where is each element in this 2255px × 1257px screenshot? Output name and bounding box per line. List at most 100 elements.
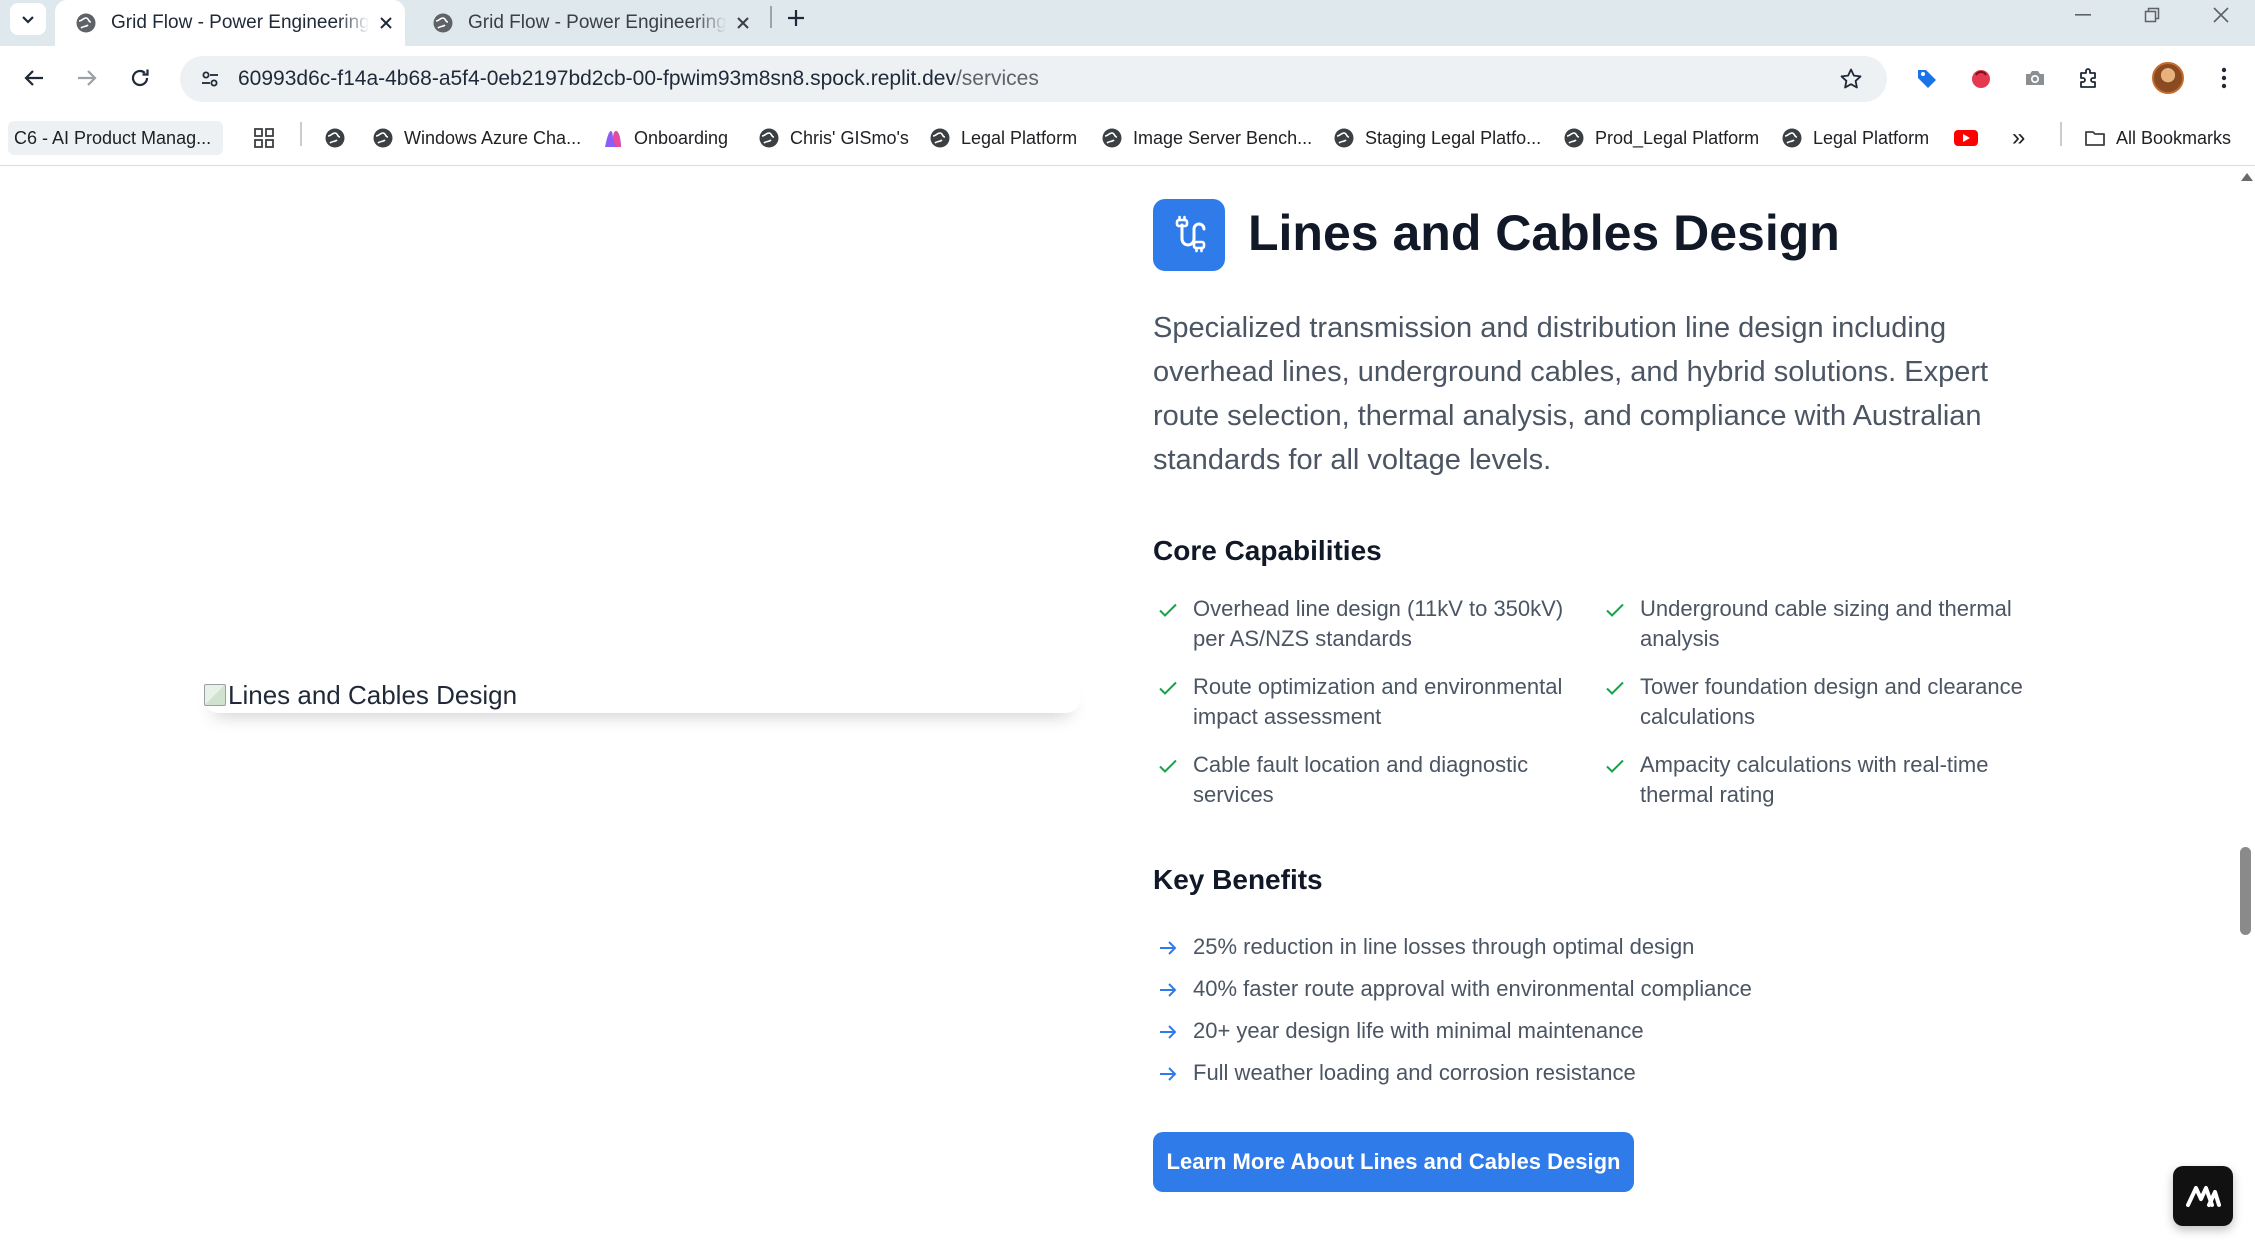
- restore-button[interactable]: [2125, 0, 2179, 30]
- bookmark-item[interactable]: Legal Platform: [1781, 121, 1929, 155]
- capability-item: Ampacity calculations with real-time the…: [1600, 750, 2047, 810]
- tag-icon: [1918, 70, 1936, 88]
- globe-icon: [433, 13, 453, 33]
- profile-avatar[interactable]: [2152, 62, 2184, 94]
- shield-icon: [1972, 70, 1990, 88]
- page-scrollbar[interactable]: [2238, 167, 2255, 1257]
- floating-widget-button[interactable]: [2173, 1166, 2233, 1226]
- arrow-right-icon: [1160, 941, 1177, 955]
- bookmark-label: Staging Legal Platfo...: [1365, 127, 1542, 148]
- capability-item: Route optimization and environmental imp…: [1153, 672, 1600, 732]
- bookmark-item[interactable]: Chris' GISmo's: [758, 121, 909, 155]
- benefit-item: 40% faster route approval with environme…: [1153, 968, 2053, 1010]
- camera-icon: [2026, 71, 2044, 85]
- browser-toolbar: 60993d6c-f14a-4b68-a5f4-0eb2197bd2cb-00-…: [0, 46, 2255, 112]
- url-host: 60993d6c-f14a-4b68-a5f4-0eb2197bd2cb-00-…: [238, 67, 956, 90]
- bookmark-item[interactable]: [1953, 121, 1979, 155]
- forward-button[interactable]: [69, 60, 105, 96]
- capability-item: Cable fault location and diagnostic serv…: [1153, 750, 1600, 810]
- cable-icon: [1175, 215, 1206, 253]
- all-bookmarks-button[interactable]: All Bookmarks: [2084, 121, 2231, 155]
- youtube-icon: [1954, 130, 1978, 146]
- extensions-button[interactable]: [2071, 60, 2107, 96]
- scrollbar-thumb[interactable]: [2240, 847, 2251, 935]
- bookmark-item[interactable]: [324, 121, 356, 155]
- capability-item: Underground cable sizing and thermal ana…: [1600, 594, 2047, 654]
- back-button[interactable]: [16, 60, 52, 96]
- arrow-right-icon: [1160, 1067, 1177, 1081]
- bookmarks-divider: [2060, 122, 2062, 146]
- capability-text: Ampacity calculations with real-time the…: [1640, 752, 1989, 807]
- arrow-right-icon: [1160, 1025, 1177, 1039]
- check-icon: [1159, 603, 1177, 617]
- benefit-text: 40% faster route approval with environme…: [1193, 976, 1752, 1001]
- globe-icon: [325, 128, 345, 148]
- bookmark-item[interactable]: Prod_Legal Platform: [1563, 121, 1759, 155]
- tab-active[interactable]: Grid Flow - Power Engineering Services: [55, 0, 405, 46]
- globe-icon: [930, 128, 950, 148]
- tab-separator: [770, 6, 772, 28]
- globe-icon: [1334, 128, 1354, 148]
- bookmark-label: Legal Platform: [1813, 127, 1930, 148]
- check-icon: [1159, 759, 1177, 773]
- reload-button[interactable]: [122, 60, 158, 96]
- capability-text: Underground cable sizing and thermal ana…: [1640, 596, 2012, 651]
- tab-search-button[interactable]: [10, 3, 46, 35]
- bookmark-label: Chris' GISmo's: [790, 127, 909, 148]
- chevron-down-icon: [22, 16, 34, 24]
- bookmark-item[interactable]: Onboarding: [602, 121, 728, 155]
- url-text: 60993d6c-f14a-4b68-a5f4-0eb2197bd2cb-00-…: [238, 67, 1039, 91]
- minimize-button[interactable]: [2056, 0, 2110, 30]
- bookmark-label: Prod_Legal Platform: [1595, 127, 1760, 148]
- bookmark-item[interactable]: Staging Legal Platfo...: [1333, 121, 1541, 155]
- new-tab-button[interactable]: [780, 2, 812, 34]
- capability-item: Overhead line design (11kV to 350kV) per…: [1153, 594, 1600, 654]
- close-window-button[interactable]: [2194, 0, 2248, 30]
- benefit-item: 20+ year design life with minimal mainte…: [1153, 1010, 2053, 1052]
- broken-image-icon: [204, 684, 226, 706]
- check-icon: [1606, 681, 1624, 695]
- scroll-up-arrow-icon[interactable]: [2241, 173, 2253, 181]
- arrow-left-icon: [24, 70, 43, 86]
- address-bar[interactable]: 60993d6c-f14a-4b68-a5f4-0eb2197bd2cb-00-…: [180, 56, 1887, 102]
- apps-button[interactable]: [253, 121, 275, 155]
- bookmark-item[interactable]: C6 - AI Product Manag...: [8, 121, 224, 155]
- onboarding-logo-icon: [605, 131, 621, 147]
- bookmark-item[interactable]: Windows Azure Cha...: [372, 121, 581, 155]
- star-icon: [1840, 68, 1862, 89]
- puzzle-icon: [2080, 68, 2096, 88]
- close-icon[interactable]: [373, 10, 399, 36]
- check-icon: [1606, 603, 1624, 617]
- capability-text: Tower foundation design and clearance ca…: [1640, 674, 2023, 729]
- tab-title: Grid Flow - Power Engineering Services: [468, 12, 726, 33]
- globe-icon: [373, 128, 393, 148]
- tab-inactive[interactable]: Grid Flow - Power Engineering Services: [412, 0, 762, 46]
- bookmark-label: Windows Azure Cha...: [404, 127, 582, 148]
- site-info-button[interactable]: [194, 63, 226, 95]
- bookmark-item[interactable]: Image Server Bench...: [1101, 121, 1312, 155]
- capabilities-list: Overhead line design (11kV to 350kV) per…: [1153, 594, 2053, 810]
- all-bookmarks-label: All Bookmarks: [2116, 127, 2232, 148]
- screenshot-extension-button[interactable]: [2017, 60, 2053, 96]
- check-icon: [1159, 681, 1177, 695]
- brand-logo-icon: [2186, 1186, 2221, 1207]
- close-icon: [2213, 7, 2229, 23]
- benefit-item: 25% reduction in line losses through opt…: [1153, 926, 2053, 968]
- browser-menu-button[interactable]: [2206, 60, 2242, 96]
- bookmark-item[interactable]: Legal Platform: [929, 121, 1077, 155]
- image-alt-text: Lines and Cables Design: [228, 679, 518, 710]
- benefits-heading: Key Benefits: [1153, 864, 1323, 895]
- bookmark-star-button[interactable]: [1835, 63, 1867, 95]
- bookmark-label: Image Server Bench...: [1133, 127, 1313, 148]
- globe-icon: [1782, 128, 1802, 148]
- arrow-right-icon: [1160, 983, 1177, 997]
- globe-icon: [759, 128, 779, 148]
- extension-shield-button[interactable]: [1963, 60, 1999, 96]
- check-icon: [1606, 759, 1624, 773]
- extension-tag-button[interactable]: [1909, 60, 1945, 96]
- bookmarks-overflow-button[interactable]: »: [2012, 121, 2025, 155]
- tab-title: Grid Flow - Power Engineering Services: [111, 12, 369, 33]
- url-path: /services: [955, 67, 1039, 90]
- learn-more-button[interactable]: Learn More About Lines and Cables Design: [1153, 1132, 1634, 1192]
- close-icon[interactable]: [730, 10, 756, 36]
